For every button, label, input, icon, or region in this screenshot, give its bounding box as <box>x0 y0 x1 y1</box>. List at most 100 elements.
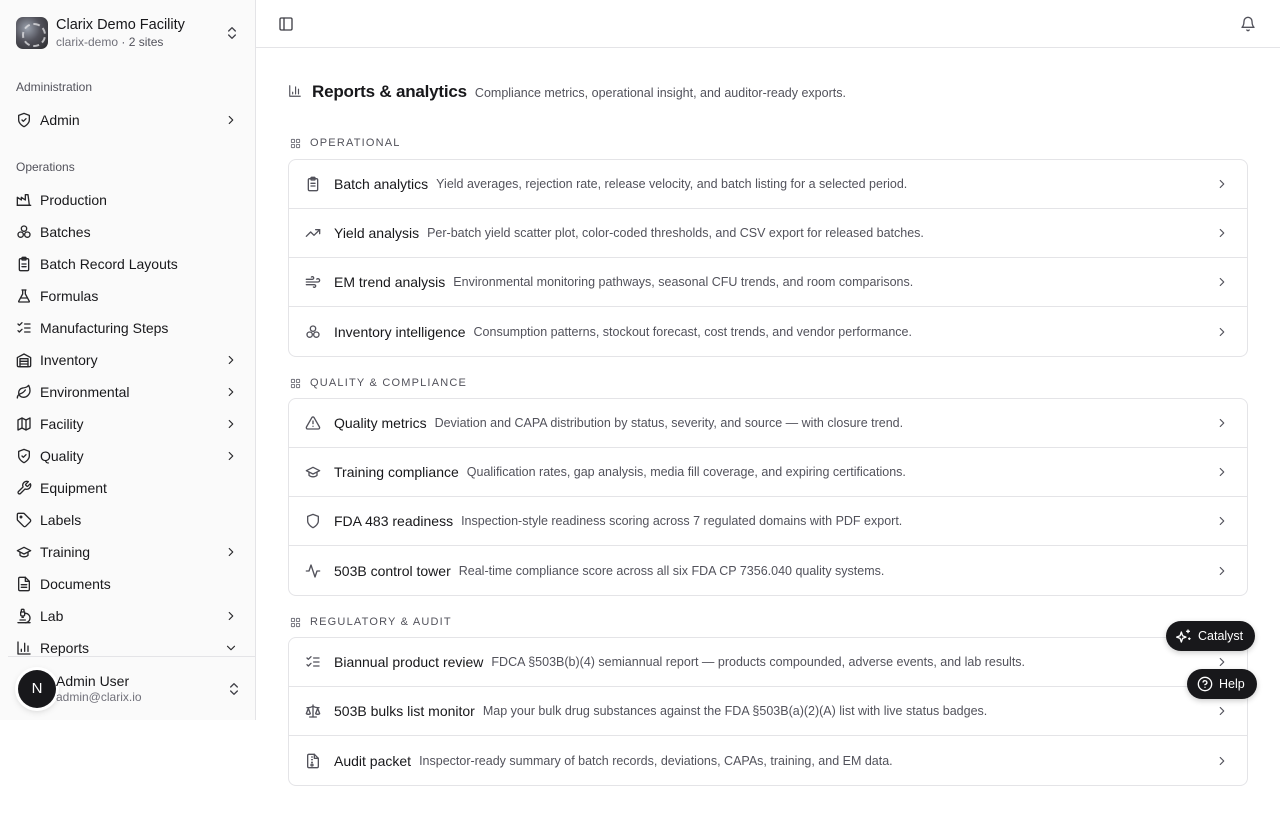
chevron-right-icon <box>228 115 234 125</box>
boxes-icon <box>17 225 31 238</box>
help-button[interactable]: Help <box>1187 669 1257 699</box>
report-item-batch-analytics[interactable]: Batch analytics Yield averages, rejection… <box>289 160 1247 209</box>
report-title: Batch analytics <box>334 176 429 192</box>
microscope-icon <box>17 608 31 624</box>
sidebar-toggle-icon[interactable] <box>278 16 294 32</box>
chevron-right-icon <box>1219 516 1225 526</box>
layout-grid-icon <box>290 617 301 627</box>
report-title: Quality metrics <box>334 415 427 431</box>
chevron-right-icon <box>1219 756 1225 765</box>
report-description: Per-batch yield scatter plot, color-code… <box>427 226 924 240</box>
section-label-operational: OPERATIONAL <box>290 137 401 149</box>
chevron-right-icon <box>1219 327 1225 336</box>
sidebar-item-label: Lab <box>40 608 64 624</box>
report-item-503b-bulks-list-monitor[interactable]: 503B bulks list monitor Map your bulk dru… <box>289 687 1247 736</box>
sidebar-item-admin[interactable]: Admin <box>8 105 248 135</box>
trending-up-icon <box>305 229 321 237</box>
org-logo <box>16 17 48 49</box>
factory-icon <box>16 194 32 206</box>
sidebar-item-manufacturing-steps[interactable]: Manufacturing Steps <box>8 313 248 343</box>
report-description: FDCA §503B(b)(4) semiannual report — pro… <box>491 655 1026 669</box>
sidebar-item-label: Batches <box>40 224 91 240</box>
sidebar-item-documents[interactable]: Documents <box>8 569 248 599</box>
sidebar-item-training[interactable]: Training <box>8 537 248 567</box>
bar-chart-icon <box>289 85 301 97</box>
report-item-audit-packet[interactable]: Audit packet Inspector-ready summary of b… <box>289 736 1247 785</box>
avatar: N <box>18 669 56 708</box>
sidebar-item-label: Formulas <box>40 288 99 304</box>
report-title: Yield analysis <box>334 225 420 241</box>
report-item-em-trend-analysis[interactable]: EM trend analysis Environmental monitorin… <box>289 258 1247 307</box>
sidebar-item-formulas[interactable]: Formulas <box>8 281 248 311</box>
report-item-biannual-product-review[interactable]: Biannual product review FDCA §503B(b)(4) … <box>289 638 1247 687</box>
section-label-text: REGULATORY & AUDIT <box>310 616 452 628</box>
sidebar-item-batches[interactable]: Batches <box>8 217 248 247</box>
report-title: EM trend analysis <box>334 274 446 290</box>
report-item-quality-metrics[interactable]: Quality metrics Deviation and CAPA distri… <box>289 399 1247 448</box>
catalyst-button[interactable]: Catalyst <box>1166 621 1256 651</box>
report-title: FDA 483 readiness <box>334 513 454 529</box>
sidebar-item-batch-record-layouts[interactable]: Batch Record Layouts <box>8 249 248 279</box>
chevron-right-icon <box>228 611 234 621</box>
chevron-right-icon <box>228 419 234 429</box>
clipboard-list-icon <box>307 176 319 192</box>
report-description: Real-time compliance score across all si… <box>458 563 885 578</box>
report-item-training-compliance[interactable]: Training compliance Qualification rates, … <box>289 448 1247 497</box>
tag-icon <box>16 512 32 528</box>
chevron-right-icon <box>1219 566 1225 575</box>
bell-icon[interactable] <box>1240 16 1256 32</box>
report-item-fda-483-readiness[interactable]: FDA 483 readiness Inspection-style readin… <box>289 497 1247 546</box>
sidebar-item-label: Manufacturing Steps <box>40 320 169 336</box>
report-description: Map your bulk drug substances against th… <box>482 704 988 718</box>
group-label-administration: Administration <box>16 80 93 94</box>
report-title: Biannual product review <box>334 654 484 670</box>
sidebar-item-label: Labels <box>40 512 82 528</box>
chevron-right-icon <box>228 451 234 461</box>
report-title: Training compliance <box>334 464 459 480</box>
clipboard-icon <box>18 256 30 272</box>
report-list: Biannual product review FDCA §503B(b)(4) … <box>288 637 1248 786</box>
chevron-right-icon <box>228 387 234 397</box>
report-description: Inspector-ready summary of batch records… <box>419 753 893 768</box>
user-menu[interactable]: N Admin User admin@clarix.io <box>8 656 255 720</box>
graduation-cap-icon <box>305 466 321 478</box>
chevrons-up-down-icon <box>230 682 238 695</box>
sidebar-item-lab[interactable]: Lab <box>8 601 248 631</box>
catalyst-label: Catalyst <box>1198 629 1244 643</box>
report-title: 503B bulks list monitor <box>334 703 475 719</box>
help-label: Help <box>1219 677 1245 691</box>
user-email: admin@clarix.io <box>56 690 142 704</box>
sidebar-item-label: Batch Record Layouts <box>40 256 178 272</box>
sidebar-item-quality[interactable]: Quality <box>8 441 248 471</box>
scale-icon <box>305 704 321 718</box>
chevron-right-icon <box>1219 418 1225 428</box>
sidebar-item-label: Reports <box>40 640 90 656</box>
report-item-503b-control-tower[interactable]: 503B control tower Real-time compliance s… <box>289 546 1247 595</box>
chevron-right-icon <box>1219 706 1225 716</box>
sidebar-item-environmental[interactable]: Environmental <box>8 377 248 407</box>
sidebar-item-facility[interactable]: Facility <box>8 409 248 439</box>
sidebar-item-inventory[interactable]: Inventory <box>8 345 248 375</box>
sidebar-item-label: Training <box>40 544 91 560</box>
chevron-down-icon <box>226 645 236 651</box>
sidebar-item-label: Production <box>40 192 107 208</box>
org-meta: clarix-demo · 2 sites <box>56 34 224 50</box>
section-label-regulatory-audit: REGULATORY & AUDIT <box>290 616 452 628</box>
report-item-yield-analysis[interactable]: Yield analysis Per-batch yield scatter pl… <box>289 209 1247 258</box>
sidebar-item-labels[interactable]: Labels <box>8 505 248 535</box>
report-description: Inspection-style readiness scoring acros… <box>461 514 903 528</box>
graduation-cap-icon <box>16 546 32 558</box>
org-name: Clarix Demo Facility <box>56 17 185 33</box>
top-bar <box>256 0 1280 48</box>
org-switcher[interactable]: Clarix Demo Facility clarix-demo · 2 sit… <box>16 16 240 50</box>
shield-check-icon <box>18 112 30 128</box>
report-description: Consumption patterns, stockout forecast,… <box>473 324 912 339</box>
report-item-inventory-intelligence[interactable]: Inventory intelligence Consumption patter… <box>289 307 1247 356</box>
help-circle-icon <box>1197 676 1213 692</box>
sidebar-item-label: Facility <box>40 416 84 432</box>
chevron-right-icon <box>1219 657 1225 667</box>
sidebar-item-equipment[interactable]: Equipment <box>8 473 248 503</box>
list-checks-icon <box>306 656 320 667</box>
report-description: Yield averages, rejection rate, release … <box>436 177 908 191</box>
sidebar-item-production[interactable]: Production <box>8 185 248 215</box>
